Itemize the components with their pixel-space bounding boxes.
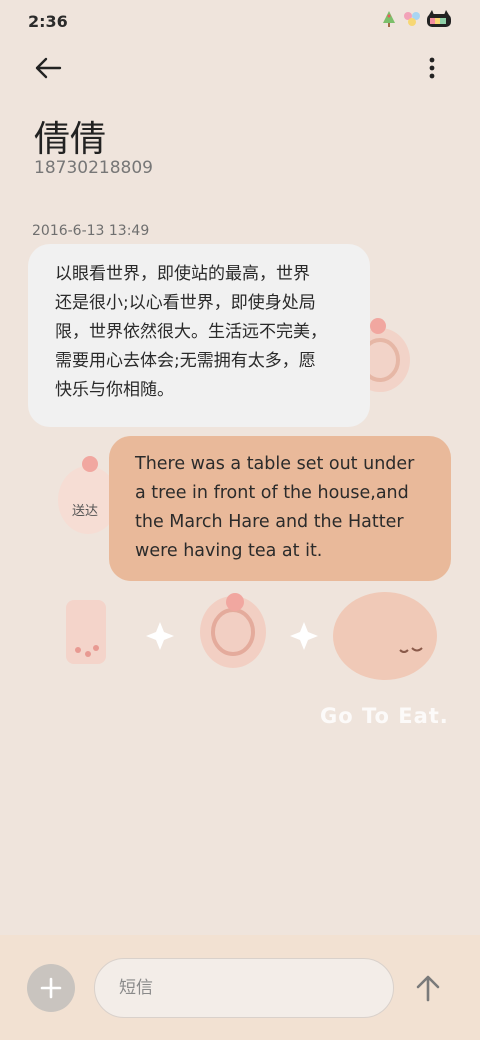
outgoing-message-line: There was a table set out under [135,454,415,474]
background-watermark: Go To Eat. [320,704,449,728]
message-input[interactable] [94,958,394,1018]
add-attachment-button[interactable] [27,964,75,1012]
top-bar [0,44,480,92]
status-icons [380,10,452,32]
incoming-message-line: 快乐与你相随。 [55,380,174,400]
incoming-message-line: 限，世界依然很大。生活远不完美， [55,322,327,342]
incoming-message-line: 需要用心去体会;无需拥有太多，愿 [55,351,316,371]
arrow-up-icon [416,975,440,1002]
incoming-message-line: 以眼看世界，即使站的最高，世界 [55,264,310,284]
status-time: 2:36 [28,11,68,31]
cat-battery-icon [426,10,452,32]
delivery-status: 送达 [72,504,99,519]
outgoing-message-line: a tree in front of the house,and [135,483,409,503]
vertical-dots-icon [429,57,435,79]
plus-icon [40,977,62,999]
outgoing-message-bubble[interactable]: There was a table set out under a tree i… [109,436,451,581]
contact-phone: 18730218809 [34,158,153,178]
incoming-message-bubble[interactable]: 以眼看世界，即使站的最高，世界 还是很小;以心看世界，即使身处局 限，世界依然很… [28,244,370,427]
outgoing-message-line: the March Hare and the Hatter [135,512,404,532]
send-button[interactable] [406,966,450,1010]
message-timestamp: 2016-6-13 13:49 [32,223,150,239]
more-options-button[interactable] [412,48,452,88]
back-button[interactable] [28,48,68,88]
arrow-left-icon [35,57,62,79]
tree-icon [380,10,398,32]
outgoing-message-line: were having tea at it. [135,541,323,561]
incoming-message-line: 还是很小;以心看世界，即使身处局 [55,293,316,313]
contact-name: 倩倩 [34,119,107,160]
flower-icon [402,10,422,32]
status-bar: 2:36 [0,0,480,42]
